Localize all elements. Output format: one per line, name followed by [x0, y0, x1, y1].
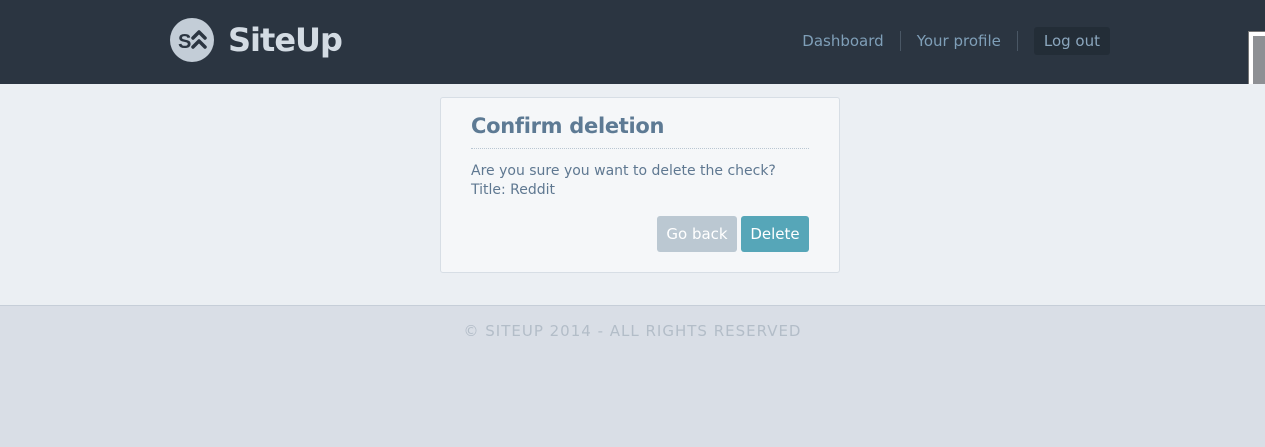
top-navigation-bar: S SiteUp Dashboard Your profile Log out: [0, 0, 1265, 84]
go-back-button[interactable]: Go back: [657, 216, 737, 252]
svg-text:S: S: [178, 31, 191, 53]
nav-divider: [1016, 31, 1018, 51]
dialog-body: Are you sure you want to delete the chec…: [471, 162, 776, 200]
check-title: Title: Reddit: [471, 182, 556, 198]
main-content: Confirm deletion Are you sure you want t…: [0, 84, 1265, 306]
siteup-logo-icon: S: [170, 18, 214, 62]
brand-logo-link[interactable]: S SiteUp: [170, 18, 343, 62]
nav-profile-link[interactable]: Your profile: [901, 31, 1017, 51]
main-nav: Dashboard Your profile Log out: [786, 26, 1110, 56]
logout-button[interactable]: Log out: [1033, 27, 1110, 55]
brand-name: SiteUp: [228, 21, 343, 59]
nav-dashboard-link[interactable]: Dashboard: [786, 31, 899, 51]
footer-copyright: © SITEUP 2014 - ALL RIGHTS RESERVED: [463, 322, 802, 340]
dialog-title: Confirm deletion: [471, 114, 809, 149]
confirmation-message: Are you sure you want to delete the chec…: [471, 163, 776, 179]
confirm-deletion-dialog: Confirm deletion Are you sure you want t…: [440, 97, 840, 273]
delete-button[interactable]: Delete: [741, 216, 809, 252]
